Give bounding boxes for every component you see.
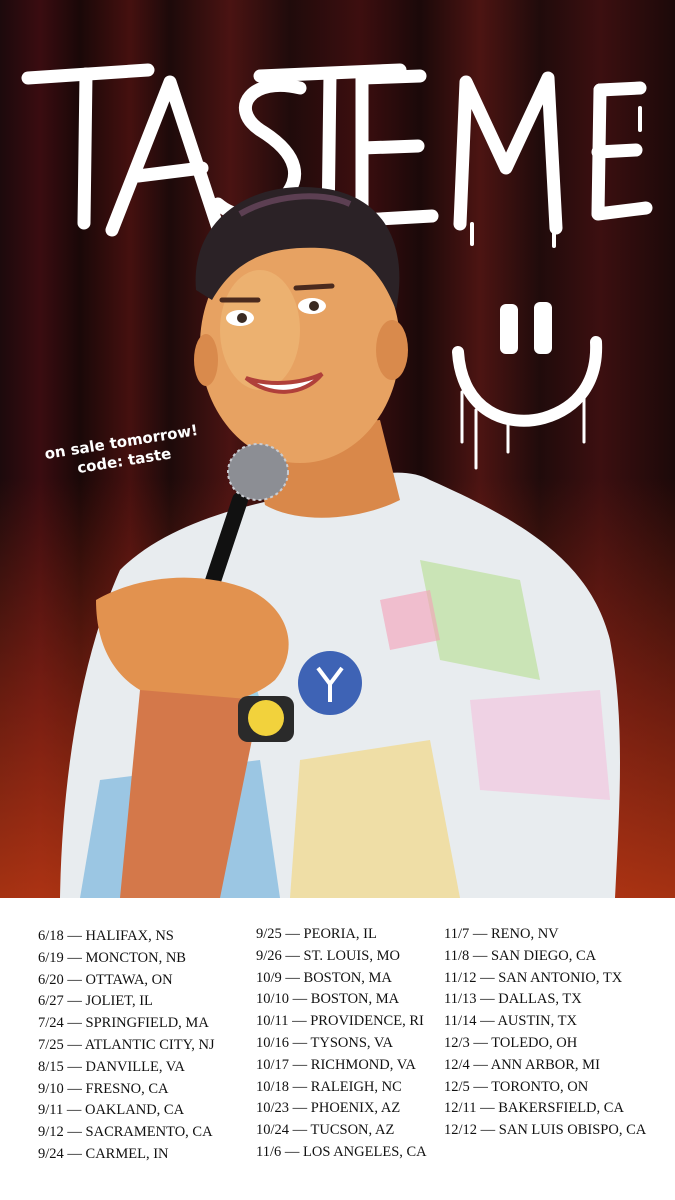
tour-date-item: 9/26 — ST. LOUIS, MO (256, 947, 400, 964)
tour-date-item: 11/13 — DALLAS, TX (444, 991, 582, 1008)
tour-dates-column-1: 6/18 — HALIFAX, NS 6/19 — MONCTON, NB 6/… (38, 926, 215, 1166)
tour-dates-column-3: 11/7 — RENO, NV 11/8 — SAN DIEGO, CA 11/… (444, 924, 646, 1142)
tour-date-item: 9/11 — OAKLAND, CA (38, 1102, 185, 1119)
tour-date-item: 12/3 — TOLEDO, OH (444, 1034, 578, 1051)
tour-date-item: 10/10 — BOSTON, MA (256, 991, 400, 1008)
tour-date-item: 8/15 — DANVILLE, VA (38, 1058, 185, 1075)
tour-date-item: 11/6 — LOS ANGELES, CA (256, 1143, 427, 1160)
tour-date-item: 7/25 — ATLANTIC CITY, NJ (38, 1036, 215, 1053)
tour-date-item: 11/7 — RENO, NV (444, 926, 559, 942)
tour-date-item: 10/9 — BOSTON, MA (256, 969, 392, 986)
smiley-face-icon (452, 302, 603, 470)
tour-date-item: 6/27 — JOLIET, IL (38, 993, 153, 1010)
tour-date-item: 10/11 — PROVIDENCE, RI (256, 1013, 424, 1030)
tour-date-item: 11/12 — SAN ANTONIO, TX (444, 969, 623, 986)
tour-dates-column-2: 9/25 — PEORIA, IL 9/26 — ST. LOUIS, MO 1… (256, 924, 427, 1164)
tour-date-item: 9/12 — SACRAMENTO, CA (38, 1124, 213, 1141)
tour-date-item: 12/4 — ANN ARBOR, MI (444, 1056, 600, 1073)
tour-date-item: 11/8 — SAN DIEGO, CA (444, 947, 597, 964)
tour-date-item: 7/24 — SPRINGFIELD, MA (38, 1015, 209, 1032)
tour-date-item: 10/23 — PHOENIX, AZ (256, 1100, 401, 1117)
tour-date-item: 10/16 — TYSONS, VA (256, 1034, 393, 1051)
tour-date-item: 10/24 — TUCSON, AZ (256, 1122, 395, 1139)
tour-dates: 6/18 — HALIFAX, NS 6/19 — MONCTON, NB 6/… (0, 898, 675, 1200)
tour-date-item: 6/20 — OTTAWA, ON (38, 971, 173, 988)
tour-date-item: 12/11 — BAKERSFIELD, CA (444, 1100, 624, 1117)
tour-date-item: 6/19 — MONCTON, NB (38, 949, 186, 966)
tour-date-item: 9/10 — FRESNO, CA (38, 1080, 169, 1097)
tour-date-item: 10/17 — RICHMOND, VA (256, 1056, 416, 1073)
tour-date-item: 6/18 — HALIFAX, NS (38, 928, 174, 944)
tour-date-item: 11/14 — AUSTIN, TX (444, 1013, 577, 1030)
tour-date-item: 9/25 — PEORIA, IL (256, 926, 377, 942)
tour-date-item: 10/18 — RALEIGH, NC (256, 1078, 402, 1095)
tour-poster: on sale tomorrow! code: taste 6/18 — HAL… (0, 0, 675, 1200)
tour-date-item: 12/12 — SAN LUIS OBISPO, CA (444, 1122, 647, 1139)
tour-date-item: 9/24 — CARMEL, IN (38, 1145, 169, 1162)
tour-date-item: 12/5 — TORONTO, ON (444, 1078, 589, 1095)
poster-artwork: on sale tomorrow! code: taste (0, 0, 675, 898)
